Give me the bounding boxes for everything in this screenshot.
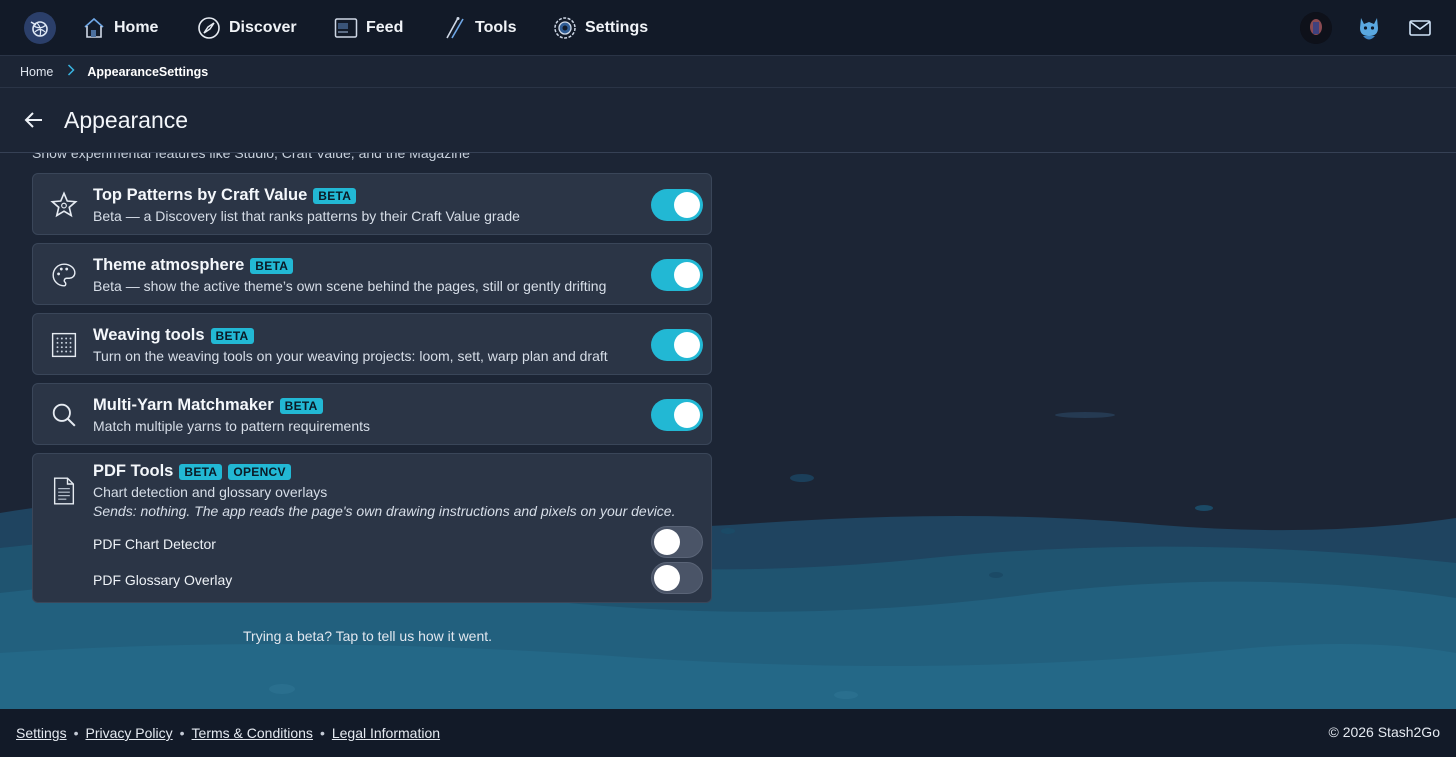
feature-card-theme-atmosphere: Theme atmosphere BETA Beta — show the ac… xyxy=(32,243,712,305)
feature-title: Theme atmosphere xyxy=(93,256,245,274)
feature-card-weaving-tools: Weaving tools BETA Turn on the weaving t… xyxy=(32,313,712,375)
footer-separator: • xyxy=(73,725,79,741)
page-header: Appearance xyxy=(0,88,1456,153)
footer-separator: • xyxy=(179,725,185,741)
app-logo[interactable] xyxy=(24,12,56,44)
nav-discover-label: Discover xyxy=(229,19,297,36)
privacy-note: Sends: nothing. The app reads the page's… xyxy=(93,503,676,519)
gear-icon xyxy=(554,17,576,39)
nav-home[interactable]: Home xyxy=(82,14,158,42)
feature-description: Turn on the weaving tools on your weavin… xyxy=(93,348,608,364)
beta-badge: BETA xyxy=(179,463,223,480)
page-title: Appearance xyxy=(64,107,189,133)
toggle-multi-yarn-matchmaker[interactable] xyxy=(651,399,703,431)
needles-icon xyxy=(446,17,464,39)
feature-description: Chart detection and glossary overlays xyxy=(93,484,328,500)
top-nav: Home Discover Feed Tools Settings xyxy=(0,0,1456,56)
user-avatar[interactable] xyxy=(1300,12,1332,44)
nav-discover[interactable]: Discover xyxy=(197,14,297,42)
document-icon xyxy=(49,476,79,506)
home-icon xyxy=(84,17,104,38)
copyright: © 2026 Stash2Go xyxy=(1328,724,1440,740)
footer-link-terms[interactable]: Terms & Conditions xyxy=(192,725,313,741)
sub-option-label: PDF Glossary Overlay xyxy=(93,572,233,588)
feature-description: Match multiple yarns to pattern requirem… xyxy=(93,418,371,434)
settings-content[interactable]: Show experimental features like Studio, … xyxy=(0,153,1456,709)
beta-feedback-link[interactable]: Trying a beta? Tap to tell us how it wen… xyxy=(243,628,492,644)
footer: Settings • Privacy Policy • Terms & Cond… xyxy=(0,709,1456,757)
nav-settings-label: Settings xyxy=(585,19,649,36)
mascot-button[interactable] xyxy=(1353,12,1385,44)
nav-feed-label: Feed xyxy=(366,19,404,36)
star-icon xyxy=(49,190,79,220)
toggle-pdf-chart-detector[interactable] xyxy=(651,526,703,558)
nav-home-label: Home xyxy=(114,19,159,36)
feature-description: Beta — a Discovery list that ranks patte… xyxy=(93,208,520,224)
messages-button[interactable] xyxy=(1408,12,1432,44)
loom-grid-icon xyxy=(49,330,79,360)
nav-feed[interactable]: Feed xyxy=(334,14,403,42)
feature-card-pdf-tools: PDF Tools BETA OPENCV Chart detection an… xyxy=(32,453,712,603)
compass-icon xyxy=(198,17,220,39)
feature-title: Weaving tools xyxy=(93,326,205,344)
feature-card-multi-yarn-matchmaker: Multi-Yarn Matchmaker BETA Match multipl… xyxy=(32,383,712,445)
intro-text: Show experimental features like Studio, … xyxy=(32,153,470,161)
toggle-theme-atmosphere[interactable] xyxy=(651,259,703,291)
feature-card-top-patterns: Top Patterns by Craft Value BETA Beta — … xyxy=(32,173,712,235)
palette-icon xyxy=(49,260,79,290)
breadcrumb-current: AppearanceSettings xyxy=(87,64,209,79)
cat-mascot-icon xyxy=(1360,18,1378,40)
opencv-badge: OPENCV xyxy=(228,463,291,480)
footer-separator: • xyxy=(319,725,325,741)
feed-icon xyxy=(334,18,358,38)
yarn-ball-icon xyxy=(30,21,48,37)
beta-badge: BETA xyxy=(279,397,323,414)
beta-badge: BETA xyxy=(250,257,294,274)
breadcrumb-home[interactable]: Home xyxy=(20,65,53,79)
footer-link-privacy[interactable]: Privacy Policy xyxy=(86,725,173,741)
toggle-pdf-glossary-overlay[interactable] xyxy=(651,562,703,594)
back-button[interactable] xyxy=(22,108,46,132)
beta-badge: BETA xyxy=(210,327,254,344)
feature-title: PDF Tools xyxy=(93,462,174,480)
toggle-weaving-tools[interactable] xyxy=(651,329,703,361)
mail-icon xyxy=(1409,20,1431,36)
nav-tools-label: Tools xyxy=(475,19,517,36)
nav-settings[interactable]: Settings xyxy=(553,14,648,42)
avatar-image xyxy=(1300,12,1332,44)
footer-link-legal[interactable]: Legal Information xyxy=(332,725,440,741)
breadcrumb: Home AppearanceSettings xyxy=(0,56,1456,88)
sub-option-label: PDF Chart Detector xyxy=(93,536,216,552)
footer-link-settings[interactable]: Settings xyxy=(16,725,67,741)
search-icon xyxy=(49,400,79,430)
chevron-right-icon xyxy=(67,64,75,79)
toggle-top-patterns[interactable] xyxy=(651,189,703,221)
arrow-left-icon xyxy=(24,112,42,128)
beta-badge: BETA xyxy=(313,187,357,204)
feature-description: Beta — show the active theme’s own scene… xyxy=(93,278,607,294)
feature-title: Multi-Yarn Matchmaker xyxy=(93,396,274,414)
feature-title: Top Patterns by Craft Value xyxy=(93,186,308,204)
nav-tools[interactable]: Tools xyxy=(443,14,516,42)
